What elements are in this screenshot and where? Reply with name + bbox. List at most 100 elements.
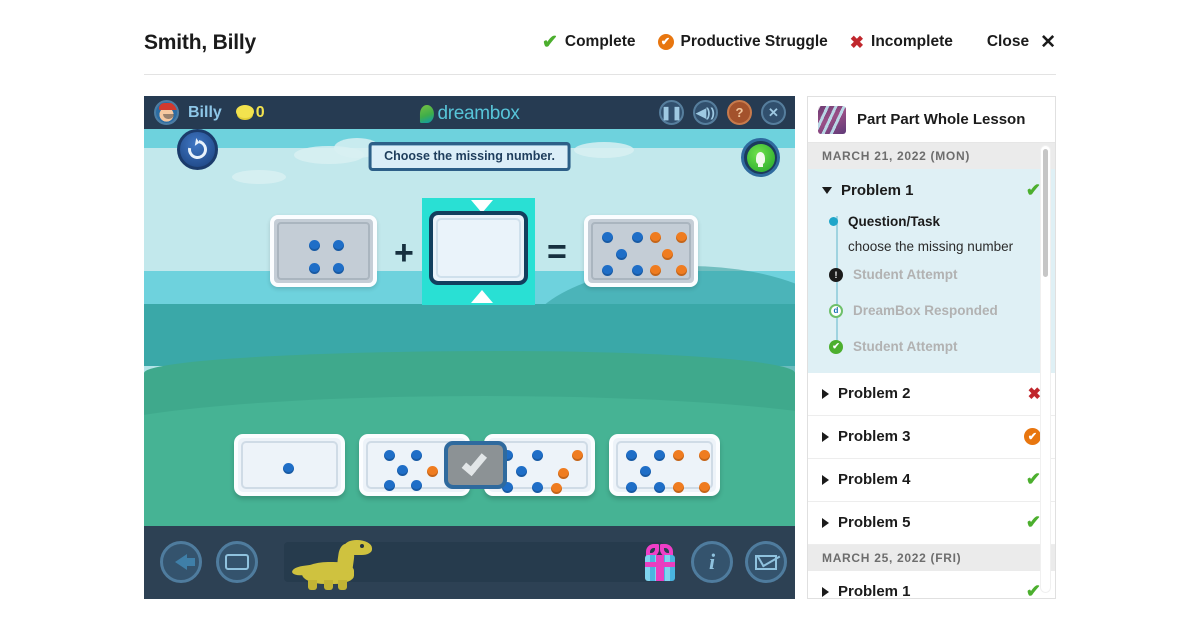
dot-blue [626,482,637,493]
chevron-right-icon[interactable] [822,586,829,597]
problem-row[interactable]: Problem 2 ✖ [808,372,1055,416]
gift-ribbon-vertical [656,555,664,581]
green-check-badge-icon: ✔ [829,339,843,354]
dot-blue [516,466,527,477]
chevron-right-icon[interactable] [822,388,829,399]
dot-blue [411,480,422,491]
avatar[interactable] [154,100,179,125]
triangle-up-icon[interactable] [471,290,493,303]
keyboard-shape [225,554,249,570]
problem-row[interactable]: Problem 4 ✔ [808,458,1055,502]
mail-shape [755,554,777,570]
game-topbar-buttons: ❚❚ ◀)) ? ✕ [659,100,786,125]
timeline-label: Student Attempt [853,338,958,354]
problem-row-left: Problem 4 [822,471,911,488]
close-button-label: Close [986,33,1030,50]
dreambox-logo: dreambox [419,103,520,125]
chevron-right-icon[interactable] [822,517,829,528]
mail-icon[interactable] [745,541,787,583]
dot-blue [283,463,294,474]
keyboard-icon[interactable] [216,541,258,583]
timeline-item-student-attempt-2[interactable]: ✔ Student Attempt [808,337,1055,361]
status-badge: ✔ [1025,180,1041,200]
game-topbar: Billy 0 dreambox ❚❚ ◀)) ? ✕ [144,96,795,129]
status-badge: ✔ [1025,512,1041,533]
answer-choice-4[interactable] [609,434,720,496]
check-submit-icon[interactable] [444,441,507,489]
dot-blue [309,263,320,274]
problem-row-left: Problem 5 [822,514,911,531]
pause-button[interactable]: ❚❚ [659,100,684,125]
timeline-item-dreambox-responded[interactable]: d DreamBox Responded [808,301,1055,325]
prompt-banner: Choose the missing number. [368,142,571,171]
timeline-label: DreamBox Responded [853,302,998,318]
addend-one-box [270,215,377,287]
problem-row[interactable]: Problem 1 ✔ [808,169,1055,212]
help-button[interactable]: ? [727,100,752,125]
back-arrow-icon[interactable] [160,541,202,583]
close-button[interactable]: Close ✕ [987,31,1056,54]
lightbulb-hint-icon[interactable] [741,138,780,177]
close-x-icon[interactable]: ✕ [1040,31,1056,54]
player-name: Billy [188,103,222,121]
chevron-right-icon[interactable] [822,474,829,485]
page-header: Smith, Billy ✔ Complete ✔ Productive Str… [0,0,1200,75]
dot-blue [532,482,543,493]
dot-orange [551,483,562,494]
missing-number-box[interactable] [429,211,528,285]
info-icon[interactable]: i [691,541,733,583]
blue-dot-icon [829,217,838,226]
dot-orange [662,249,673,260]
sound-button[interactable]: ◀)) [693,100,718,125]
back-arrow-shape [175,554,195,570]
dot-blue [616,249,627,260]
dreambox-wordmark: dreambox [437,103,520,124]
problem-row[interactable]: Problem 3 ✔ [808,415,1055,459]
green-check-icon: ✔ [541,31,558,53]
close-game-button[interactable]: ✕ [761,100,786,125]
bulb-shape [756,151,765,167]
info-glyph: i [708,549,716,574]
dot-blue [602,232,613,243]
dot-blue [632,232,643,243]
dreambox-mark-icon [419,105,434,123]
reset-arrow-icon[interactable] [177,129,218,170]
chevron-right-icon[interactable] [822,431,829,442]
problem-row-left: Problem 2 [822,385,911,402]
dot-orange [699,450,710,461]
legend-label-incomplete: Incomplete [871,33,953,50]
dot-blue [333,240,344,251]
coin-icon [235,105,254,120]
page-title: Smith, Billy [144,31,256,54]
problem-row[interactable]: Problem 1 ✔ [808,570,1055,598]
sidebar-scrollbar[interactable] [1040,145,1051,593]
dot-blue [384,480,395,491]
dot-blue [626,450,637,461]
problem-row[interactable]: Problem 5 ✔ [808,501,1055,545]
game-bottombar: i [144,526,795,599]
problem-list-scroll-area[interactable]: MARCH 21, 2022 (MON) Problem 1 ✔ Questio… [808,143,1055,598]
dino-leg [338,580,347,590]
checkmark-shape [461,448,487,476]
reset-arrow-shape [184,136,211,163]
timeline-detail-text: choose the missing number [848,239,1014,254]
dot-orange [650,265,661,276]
dot-orange [427,466,438,477]
answer-choice-1[interactable] [234,434,345,496]
timeline-item-question[interactable]: Question/Task [808,212,1055,236]
timeline-item-student-attempt-1[interactable]: ! Student Attempt [808,265,1055,289]
problem-label: Problem 1 [841,182,914,199]
box-inner-border [436,218,521,278]
student-attempt-icon: ! [829,267,843,282]
dot-blue [384,450,395,461]
dot-orange [650,232,661,243]
chevron-down-icon[interactable] [822,187,832,194]
dot-blue [411,450,422,461]
orange-circle-check-icon: ✔ [657,34,674,50]
scrollbar-thumb[interactable] [1043,149,1048,277]
gift-box-icon[interactable] [643,543,677,581]
red-x-icon: ✖ [849,32,865,52]
dot-blue [654,482,665,493]
dino-head [344,540,372,555]
problem-label: Problem 5 [838,514,911,532]
